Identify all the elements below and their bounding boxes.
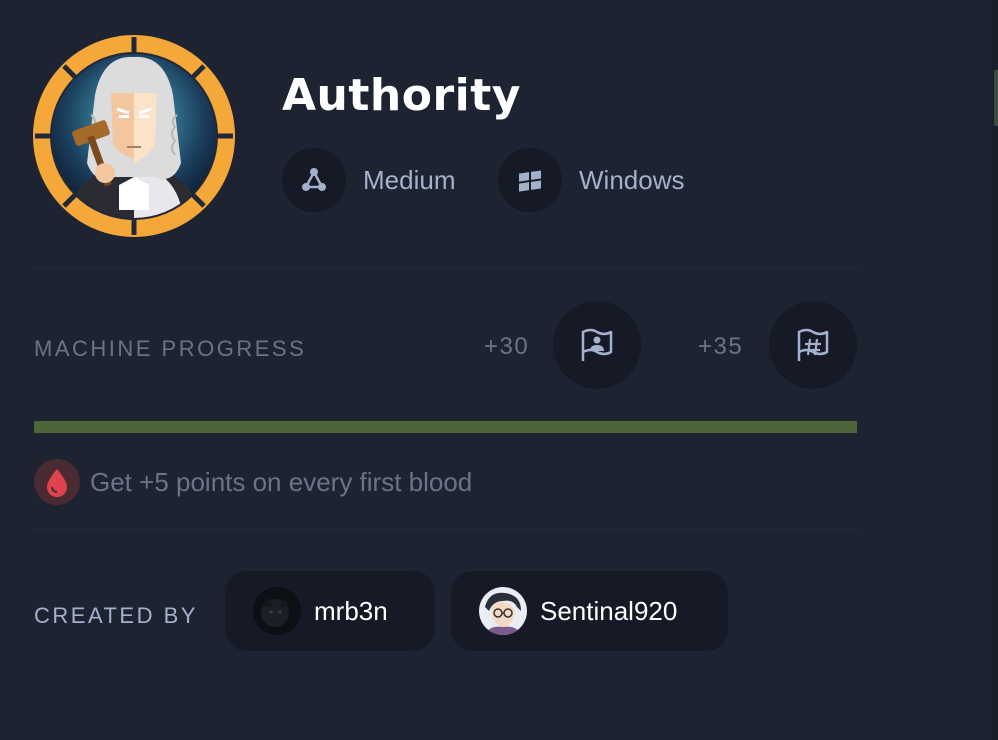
root-flag-button[interactable] [769, 301, 857, 389]
machine-progress-bar [34, 421, 857, 433]
os-label: Windows [579, 164, 685, 195]
created-by-label: CREATED BY [34, 603, 198, 628]
machine-name: Authority [282, 70, 521, 121]
divider [34, 267, 857, 268]
difficulty-nodes-icon [282, 148, 346, 212]
root-flag-icon [797, 328, 829, 361]
creator-chip[interactable]: Sentinal920 [451, 571, 728, 651]
machine-progress-label: MACHINE PROGRESS [34, 336, 307, 361]
divider [34, 529, 857, 530]
blood-drop-icon [34, 459, 80, 505]
creator-avatar [479, 587, 527, 635]
user-flag-button[interactable] [553, 301, 641, 389]
machine-avatar [33, 35, 235, 237]
user-flag-points: +30 [484, 333, 530, 360]
creator-chip[interactable]: mrb3n [225, 571, 435, 651]
user-flag-icon [581, 328, 613, 361]
scroll-indicator [994, 70, 998, 126]
first-blood-text: Get +5 points on every first blood [90, 466, 473, 497]
creator-avatar [253, 587, 301, 635]
os-info: Windows [498, 148, 684, 212]
creator-name: Sentinal920 [540, 595, 678, 626]
windows-logo-icon [498, 148, 562, 212]
first-blood-info: Get +5 points on every first blood [34, 459, 472, 505]
right-edge-scrollbar [992, 0, 998, 740]
difficulty-label: Medium [363, 164, 456, 195]
root-flag-points: +35 [698, 333, 744, 360]
difficulty-info: Medium [282, 148, 455, 212]
machine-progress-fill [34, 421, 857, 433]
creator-name: mrb3n [314, 595, 388, 626]
